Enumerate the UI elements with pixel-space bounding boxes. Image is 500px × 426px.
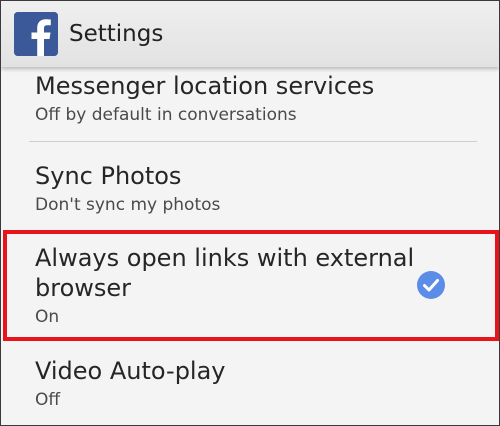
checkmark-icon[interactable] [416, 270, 446, 300]
setting-title: Video Auto-play [35, 357, 226, 385]
setting-video-autoplay[interactable]: Video Auto-play Off [1, 339, 499, 425]
setting-subtitle: Off [35, 390, 61, 410]
setting-title-line1: Always open links with external [35, 244, 415, 272]
action-bar: Settings [1, 1, 499, 67]
action-bar-title: Settings [69, 21, 164, 47]
setting-subtitle: Don't sync my photos [35, 195, 221, 215]
facebook-logo-icon[interactable] [14, 12, 58, 56]
settings-screen: Settings Messenger location services Off… [0, 0, 500, 426]
setting-subtitle: On [35, 307, 60, 327]
setting-title: Messenger location services [35, 72, 375, 100]
setting-sync-photos[interactable]: Sync Photos Don't sync my photos [1, 142, 499, 228]
setting-subtitle: Off by default in conversations [35, 105, 297, 125]
setting-messenger-location[interactable]: Messenger location services Off by defau… [1, 67, 499, 141]
setting-title: Sync Photos [35, 162, 182, 190]
setting-title-line2: browser [35, 274, 132, 302]
